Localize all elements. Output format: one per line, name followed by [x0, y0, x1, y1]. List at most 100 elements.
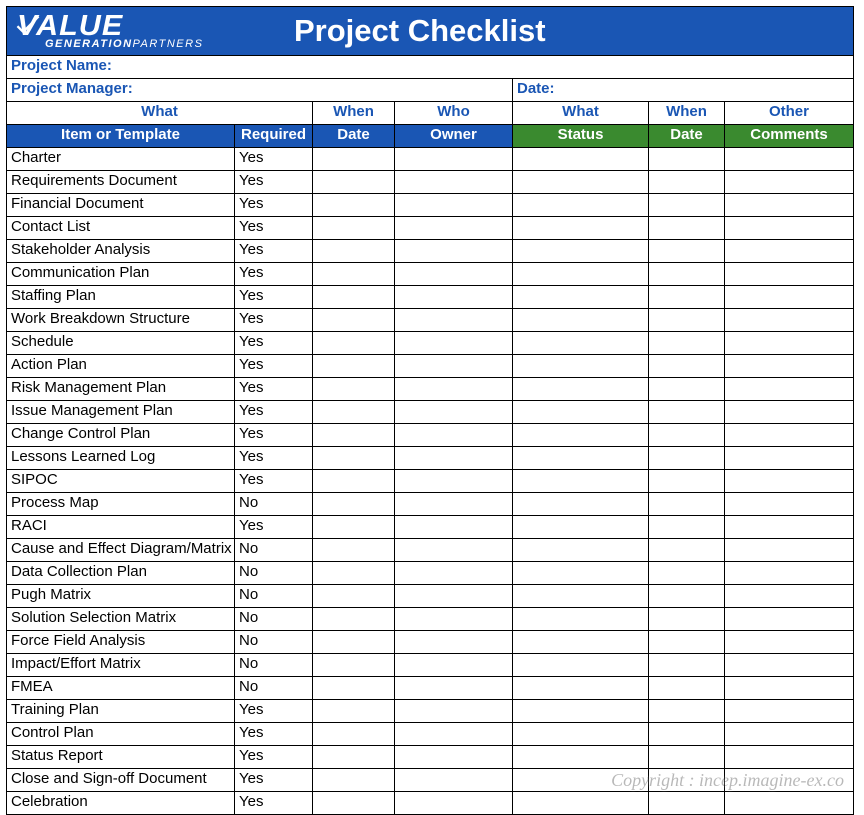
cell-status[interactable] [513, 217, 649, 240]
cell-comments[interactable] [725, 493, 854, 516]
cell-comments[interactable] [725, 677, 854, 700]
cell-owner[interactable] [395, 562, 513, 585]
cell-owner[interactable] [395, 217, 513, 240]
cell-status[interactable] [513, 677, 649, 700]
cell-date-2[interactable] [649, 723, 725, 746]
cell-owner[interactable] [395, 332, 513, 355]
cell-date-1[interactable] [313, 562, 395, 585]
cell-status[interactable] [513, 562, 649, 585]
cell-date-2[interactable] [649, 700, 725, 723]
cell-date-1[interactable] [313, 746, 395, 769]
cell-owner[interactable] [395, 148, 513, 171]
cell-comments[interactable] [725, 148, 854, 171]
cell-date-2[interactable] [649, 493, 725, 516]
cell-date-2[interactable] [649, 516, 725, 539]
cell-date-1[interactable] [313, 309, 395, 332]
cell-date-2[interactable] [649, 585, 725, 608]
cell-status[interactable] [513, 148, 649, 171]
cell-owner[interactable] [395, 631, 513, 654]
cell-status[interactable] [513, 240, 649, 263]
cell-owner[interactable] [395, 171, 513, 194]
cell-comments[interactable] [725, 539, 854, 562]
cell-comments[interactable] [725, 585, 854, 608]
cell-date-1[interactable] [313, 539, 395, 562]
cell-status[interactable] [513, 539, 649, 562]
cell-date-2[interactable] [649, 217, 725, 240]
cell-status[interactable] [513, 378, 649, 401]
cell-date-2[interactable] [649, 447, 725, 470]
cell-date-2[interactable] [649, 608, 725, 631]
cell-date-2[interactable] [649, 746, 725, 769]
cell-status[interactable] [513, 700, 649, 723]
cell-date-2[interactable] [649, 654, 725, 677]
cell-owner[interactable] [395, 355, 513, 378]
cell-date-2[interactable] [649, 171, 725, 194]
cell-owner[interactable] [395, 309, 513, 332]
cell-date-2[interactable] [649, 562, 725, 585]
cell-date-1[interactable] [313, 769, 395, 792]
cell-status[interactable] [513, 493, 649, 516]
cell-date-2[interactable] [649, 378, 725, 401]
cell-date-1[interactable] [313, 493, 395, 516]
cell-comments[interactable] [725, 217, 854, 240]
cell-date-1[interactable] [313, 723, 395, 746]
cell-comments[interactable] [725, 355, 854, 378]
cell-comments[interactable] [725, 171, 854, 194]
cell-status[interactable] [513, 769, 649, 792]
cell-date-1[interactable] [313, 516, 395, 539]
cell-comments[interactable] [725, 286, 854, 309]
cell-status[interactable] [513, 585, 649, 608]
cell-owner[interactable] [395, 470, 513, 493]
cell-date-1[interactable] [313, 332, 395, 355]
cell-status[interactable] [513, 401, 649, 424]
project-manager-label[interactable]: Project Manager: [7, 79, 513, 102]
project-name-label[interactable]: Project Name: [7, 56, 854, 79]
cell-comments[interactable] [725, 263, 854, 286]
cell-date-2[interactable] [649, 240, 725, 263]
cell-comments[interactable] [725, 332, 854, 355]
cell-status[interactable] [513, 263, 649, 286]
cell-comments[interactable] [725, 723, 854, 746]
cell-date-1[interactable] [313, 792, 395, 815]
cell-date-1[interactable] [313, 240, 395, 263]
cell-owner[interactable] [395, 746, 513, 769]
cell-date-2[interactable] [649, 263, 725, 286]
cell-status[interactable] [513, 516, 649, 539]
cell-status[interactable] [513, 424, 649, 447]
cell-date-2[interactable] [649, 401, 725, 424]
cell-date-2[interactable] [649, 194, 725, 217]
cell-date-2[interactable] [649, 286, 725, 309]
cell-date-1[interactable] [313, 424, 395, 447]
cell-date-1[interactable] [313, 447, 395, 470]
cell-status[interactable] [513, 194, 649, 217]
cell-date-1[interactable] [313, 217, 395, 240]
cell-owner[interactable] [395, 240, 513, 263]
cell-owner[interactable] [395, 286, 513, 309]
cell-owner[interactable] [395, 792, 513, 815]
cell-owner[interactable] [395, 447, 513, 470]
cell-owner[interactable] [395, 608, 513, 631]
cell-comments[interactable] [725, 769, 854, 792]
cell-status[interactable] [513, 470, 649, 493]
cell-date-2[interactable] [649, 148, 725, 171]
cell-status[interactable] [513, 792, 649, 815]
cell-owner[interactable] [395, 401, 513, 424]
cell-date-2[interactable] [649, 470, 725, 493]
cell-date-1[interactable] [313, 355, 395, 378]
cell-status[interactable] [513, 654, 649, 677]
cell-comments[interactable] [725, 447, 854, 470]
cell-owner[interactable] [395, 539, 513, 562]
cell-date-2[interactable] [649, 309, 725, 332]
cell-owner[interactable] [395, 585, 513, 608]
cell-status[interactable] [513, 723, 649, 746]
cell-status[interactable] [513, 332, 649, 355]
cell-date-2[interactable] [649, 677, 725, 700]
cell-comments[interactable] [725, 424, 854, 447]
cell-owner[interactable] [395, 263, 513, 286]
cell-date-2[interactable] [649, 769, 725, 792]
cell-comments[interactable] [725, 309, 854, 332]
cell-owner[interactable] [395, 769, 513, 792]
cell-comments[interactable] [725, 378, 854, 401]
cell-comments[interactable] [725, 470, 854, 493]
cell-comments[interactable] [725, 746, 854, 769]
